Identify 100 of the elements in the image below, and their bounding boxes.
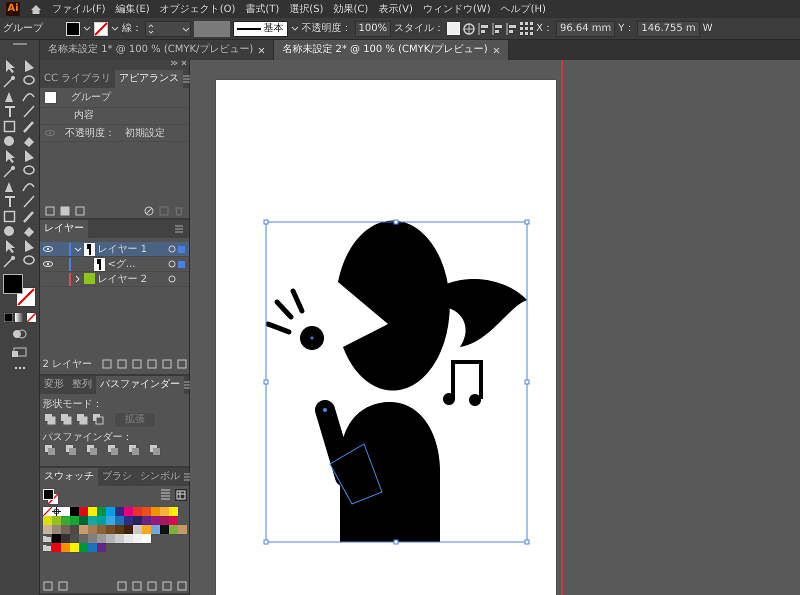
- x-field[interactable]: 96.64 mm: [556, 20, 616, 36]
- style-swatch[interactable]: [447, 22, 460, 35]
- fill-swatch[interactable]: [2, 274, 22, 294]
- fill-stroke-swatch[interactable]: [42, 488, 58, 504]
- panel-tab[interactable]: 変形: [40, 376, 68, 394]
- caret-icon[interactable]: [83, 25, 91, 32]
- variable-width-field[interactable]: [194, 20, 230, 36]
- layer-name: レイヤー 1: [98, 242, 148, 256]
- selection-indicator: [178, 246, 185, 252]
- menu-item[interactable]: ファイル(F): [52, 2, 106, 16]
- close-icon[interactable]: [258, 46, 266, 54]
- none-swatch[interactable]: [42, 507, 52, 516]
- caret-icon[interactable]: [290, 25, 298, 32]
- shape-mode-icon[interactable]: [45, 414, 56, 425]
- align-icon[interactable]: [492, 22, 504, 34]
- stroke-swatch[interactable]: [94, 22, 108, 36]
- panel-tab[interactable]: パスファインダー: [96, 376, 184, 394]
- document-tab[interactable]: 名称未設定 2* @ 100 % (CMYK/プレビュー): [274, 40, 509, 60]
- opacity-value: 初期設定: [125, 126, 165, 140]
- close-icon[interactable]: [180, 60, 186, 66]
- tab-title: 名称未設定 1* @ 100 % (CMYK/プレビュー): [48, 42, 254, 57]
- ball-drawing: [300, 326, 324, 350]
- menu-item[interactable]: ウィンドウ(W): [422, 2, 491, 16]
- tool-icon[interactable]: [21, 104, 37, 118]
- panel-tab[interactable]: アピアランス: [115, 70, 184, 88]
- tool-icon[interactable]: [2, 118, 18, 134]
- pathfinder-icon[interactable]: [66, 445, 77, 456]
- close-icon[interactable]: [492, 46, 500, 54]
- more-tools-icon[interactable]: [14, 366, 26, 370]
- none-mode-icon[interactable]: [26, 312, 36, 322]
- tool-icon[interactable]: [2, 104, 18, 118]
- reference-point-icon[interactable]: [520, 22, 534, 35]
- pathfinder-icon[interactable]: [45, 445, 56, 456]
- layer-row[interactable]: <グ...: [40, 257, 189, 272]
- screen-mode-icon[interactable]: [12, 346, 28, 358]
- stroke-weight-field[interactable]: [145, 20, 191, 36]
- sound-lines-drawing: [266, 288, 304, 334]
- tool-icon[interactable]: [21, 194, 37, 208]
- tab-title: 名称未設定 2* @ 100 % (CMYK/プレビュー): [282, 42, 488, 57]
- music-note-drawing: [443, 360, 483, 406]
- panel-tab[interactable]: 整列: [68, 376, 96, 394]
- color-swatch[interactable]: [52, 543, 60, 552]
- menu-item[interactable]: 効果(C): [333, 2, 368, 16]
- new-fill-icon[interactable]: [60, 206, 70, 216]
- shape-mode-icon[interactable]: [61, 414, 72, 425]
- menu-item[interactable]: 書式(T): [245, 2, 280, 16]
- appearance-contents-label: 内容: [74, 110, 94, 121]
- pathfinder-icon[interactable]: [87, 445, 98, 456]
- panel-tab[interactable]: スウォッチ: [40, 468, 98, 486]
- color-swatch[interactable]: [42, 525, 52, 534]
- menu-item[interactable]: オブジェクト(O): [160, 2, 236, 16]
- color-mode-icon[interactable]: [4, 312, 12, 322]
- tool-icon[interactable]: [2, 194, 18, 208]
- pathfinder-icon[interactable]: [129, 445, 140, 456]
- stroke-profile-dropdown[interactable]: 基本: [233, 20, 288, 36]
- panel-tab[interactable]: シンボル: [136, 468, 184, 486]
- globe-icon[interactable]: [463, 22, 476, 34]
- y-field[interactable]: 146.755 m: [637, 20, 700, 36]
- tool-icon[interactable]: [21, 208, 37, 224]
- color-swatch[interactable]: [52, 534, 60, 543]
- clear-icon[interactable]: [144, 206, 154, 216]
- collapse-icon[interactable]: [170, 60, 178, 66]
- document-tab[interactable]: 名称未設定 1* @ 100 % (CMYK/プレビュー): [40, 40, 274, 60]
- selection-bounding-box[interactable]: [264, 220, 530, 544]
- panel-menu-icon[interactable]: [183, 75, 192, 83]
- panel-tab[interactable]: ブラシ: [98, 468, 136, 486]
- shape-mode-icon[interactable]: [77, 414, 88, 425]
- home-icon[interactable]: [30, 3, 42, 15]
- tool-icon[interactable]: [2, 164, 18, 178]
- layer-name: <グ...: [108, 258, 136, 272]
- selection-indicator: [178, 260, 185, 268]
- pathfinder-icon[interactable]: [108, 445, 119, 456]
- tool-icon[interactable]: [2, 74, 18, 88]
- layer-row[interactable]: レイヤー 2: [40, 272, 189, 287]
- shape-mode-icon[interactable]: [93, 414, 104, 425]
- list-view-icon[interactable]: [160, 488, 170, 500]
- layer-row[interactable]: レイヤー 1: [40, 242, 189, 257]
- menu-item[interactable]: ヘルプ(H): [500, 2, 546, 16]
- tool-icon[interactable]: [2, 208, 18, 224]
- pathfinder-icon[interactable]: [150, 445, 161, 456]
- menu-item[interactable]: 選択(S): [289, 2, 324, 16]
- draw-mode-icon[interactable]: [12, 328, 28, 340]
- opacity-field[interactable]: 100%: [354, 20, 392, 36]
- panel-tab[interactable]: レイヤー: [40, 220, 88, 238]
- grid-view-icon[interactable]: [174, 488, 186, 500]
- fill-swatch[interactable]: [66, 22, 80, 36]
- align-icon[interactable]: [478, 22, 490, 34]
- tool-icon[interactable]: [21, 118, 37, 134]
- color-swatch[interactable]: [42, 516, 52, 525]
- app-logo[interactable]: Ai: [6, 2, 20, 16]
- menu-item[interactable]: 表示(V): [378, 2, 413, 16]
- width-label: W: [702, 22, 713, 36]
- gradient-mode-icon[interactable]: [15, 312, 24, 322]
- tool-icon[interactable]: [2, 254, 18, 268]
- new-stroke-icon[interactable]: [45, 206, 55, 216]
- caret-icon[interactable]: [111, 25, 119, 32]
- menu-item[interactable]: 編集(E): [116, 2, 150, 16]
- align-icon[interactable]: [506, 22, 518, 34]
- panel-menu-icon[interactable]: [175, 225, 183, 233]
- panel-tab[interactable]: CC ライブラリ: [40, 70, 116, 88]
